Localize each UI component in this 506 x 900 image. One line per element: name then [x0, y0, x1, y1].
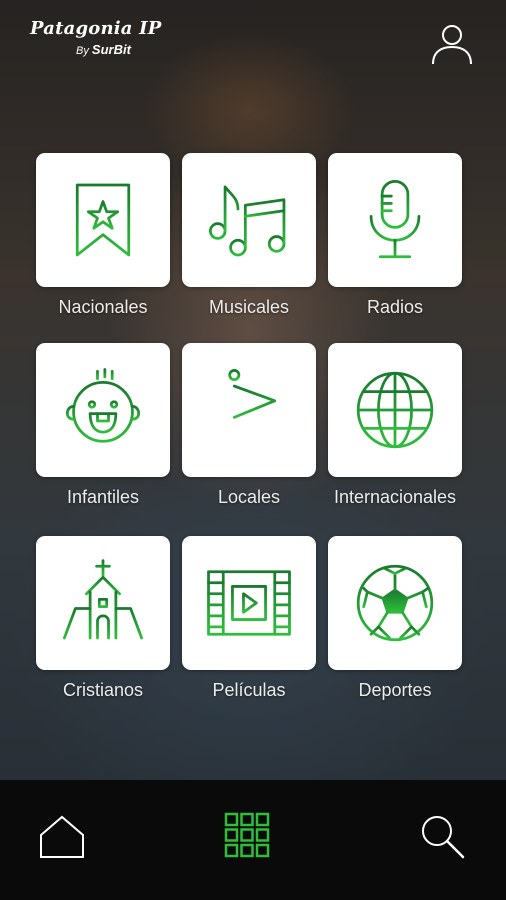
- category-card: [36, 153, 170, 287]
- microphone-icon: [369, 179, 421, 259]
- nav-home[interactable]: [38, 813, 86, 861]
- category-card: [36, 343, 170, 477]
- category-label: Deportes: [358, 680, 432, 700]
- logo-title: Patagonia IP: [30, 18, 162, 39]
- category-label: Internacionales: [333, 487, 457, 507]
- soccer-ball-icon: [356, 564, 434, 642]
- logo-subtitle: By SurBit: [76, 42, 131, 57]
- bottom-navigation: [0, 780, 506, 900]
- category-card: [182, 536, 316, 670]
- user-profile-button[interactable]: [428, 20, 476, 68]
- nav-search[interactable]: [418, 812, 466, 860]
- church-icon: [61, 559, 145, 640]
- grid-icon: [224, 812, 270, 858]
- category-card: [328, 153, 462, 287]
- category-card: [36, 536, 170, 670]
- globe-icon: [356, 371, 434, 449]
- category-card: [182, 343, 316, 477]
- search-icon: [422, 816, 465, 859]
- home-icon: [40, 815, 84, 858]
- category-label: Radios: [366, 297, 424, 317]
- film-strip-icon: [207, 570, 291, 636]
- nav-categories[interactable]: [224, 812, 270, 858]
- flag-icon: [228, 369, 277, 451]
- baby-face-icon: [65, 368, 141, 443]
- category-card: [328, 343, 462, 477]
- category-card: [328, 536, 462, 670]
- bookmark-star-icon: [75, 183, 131, 257]
- user-icon: [432, 25, 472, 65]
- music-notes-icon: [208, 185, 286, 257]
- category-card: [182, 153, 316, 287]
- app-logo: Patagonia IP By SurBit: [30, 18, 162, 57]
